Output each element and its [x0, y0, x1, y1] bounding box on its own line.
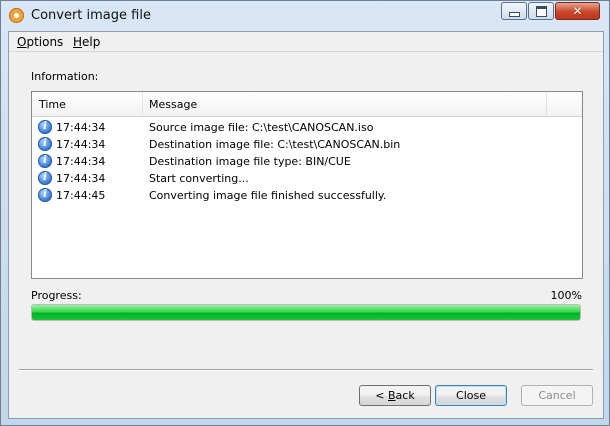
title-bar[interactable]: Convert image file ✕ [1, 1, 609, 31]
info-icon: i [38, 171, 52, 185]
log-row[interactable]: i 17:44:34 Source image file: C:\test\CA… [32, 119, 582, 136]
minimize-button[interactable] [501, 2, 527, 20]
log-time: 17:44:34 [56, 155, 106, 168]
information-label: Information: [31, 70, 99, 83]
menu-help[interactable]: Help [73, 35, 100, 49]
progress-bar-fill [32, 305, 580, 320]
log-message: Destination image file type: BIN/CUE [149, 155, 351, 168]
menu-options[interactable]: Options [17, 35, 63, 49]
window-title: Convert image file [31, 8, 151, 23]
column-header-time[interactable]: Time [39, 98, 66, 111]
log-time: 17:44:45 [56, 189, 106, 202]
close-icon: ✕ [572, 4, 583, 18]
log-time: 17:44:34 [56, 172, 106, 185]
log-row[interactable]: i 17:44:34 Start converting... [32, 170, 582, 187]
log-list-header: Time Message [32, 92, 582, 117]
info-icon: i [38, 188, 52, 202]
maximize-icon [535, 5, 547, 17]
divider [19, 369, 593, 371]
cancel-button[interactable]: Cancel [521, 385, 593, 406]
column-separator[interactable] [142, 92, 143, 116]
minimize-icon [508, 12, 520, 17]
log-message: Converting image file finished successfu… [149, 189, 387, 202]
log-row[interactable]: i 17:44:45 Converting image file finishe… [32, 187, 582, 204]
close-button[interactable]: Close [435, 385, 507, 406]
close-window-button[interactable]: ✕ [555, 2, 600, 20]
log-message: Source image file: C:\test\CANOSCAN.iso [149, 121, 374, 134]
column-header-message[interactable]: Message [149, 98, 197, 111]
info-icon: i [38, 137, 52, 151]
log-message: Start converting... [149, 172, 249, 185]
progress-label: Progress: [31, 289, 82, 302]
log-message: Destination image file: C:\test\CANOSCAN… [149, 138, 401, 151]
app-disc-icon [9, 8, 24, 23]
log-time: 17:44:34 [56, 121, 106, 134]
info-icon: i [38, 154, 52, 168]
back-button[interactable]: < Back [359, 385, 431, 406]
menu-bar: Options Help [9, 32, 603, 52]
log-row[interactable]: i 17:44:34 Destination image file type: … [32, 153, 582, 170]
info-icon: i [38, 120, 52, 134]
convert-image-window: Convert image file ✕ Options Help Inform… [0, 0, 610, 426]
maximize-button[interactable] [528, 2, 554, 20]
log-list[interactable]: Time Message i 17:44:34 Source image fil… [31, 91, 583, 279]
progress-bar [31, 304, 581, 321]
column-separator[interactable] [546, 92, 547, 116]
log-time: 17:44:34 [56, 138, 106, 151]
log-row[interactable]: i 17:44:34 Destination image file: C:\te… [32, 136, 582, 153]
progress-percent: 100% [550, 289, 582, 302]
dialog-client-area: Options Help Information: Time Message i… [8, 31, 604, 419]
